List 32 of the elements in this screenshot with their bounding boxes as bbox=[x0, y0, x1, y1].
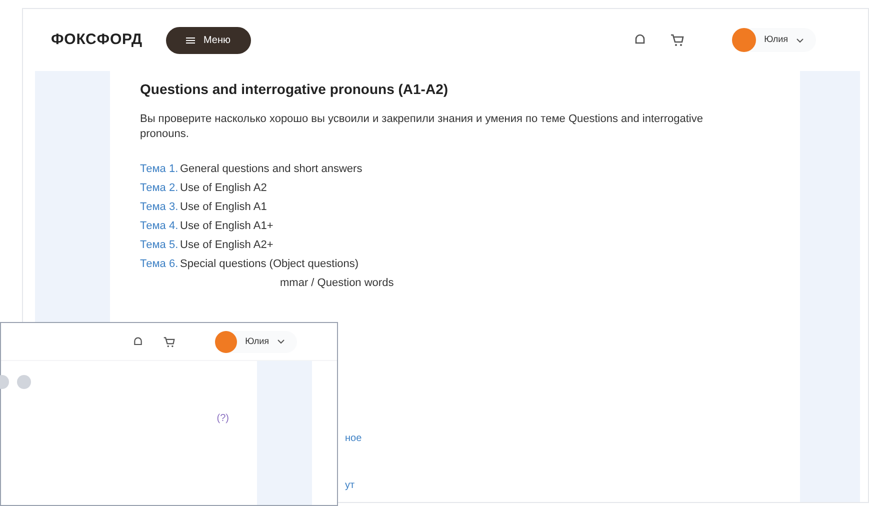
topic-label[interactable]: Тема 3. bbox=[140, 200, 180, 215]
link-fragment[interactable]: ное bbox=[345, 431, 770, 446]
menu-button[interactable]: Меню bbox=[166, 26, 251, 54]
topic-label[interactable]: Тема 1. bbox=[140, 162, 180, 177]
topic-title[interactable]: mmar / Question words bbox=[280, 276, 394, 291]
cart-icon[interactable] bbox=[163, 336, 176, 348]
topic-label[interactable]: Тема 5. bbox=[140, 238, 180, 253]
avatar bbox=[215, 330, 238, 352]
link-fragment[interactable]: ут bbox=[345, 478, 770, 493]
description: Вы проверите насколько хорошо вы усвоили и закрепили знания и умения по теме Questions and interrogative pronouns. bbox=[140, 112, 704, 142]
notification-icon[interactable] bbox=[133, 336, 144, 348]
user-menu[interactable]: Юлия bbox=[215, 330, 297, 352]
topic-title[interactable]: Special questions (Object questions) bbox=[180, 257, 359, 272]
help-mark[interactable]: (?) bbox=[216, 411, 229, 426]
topic-label[interactable]: Тема 2. bbox=[140, 181, 180, 196]
user-menu[interactable]: Юлия bbox=[732, 28, 816, 52]
avatar bbox=[732, 28, 756, 52]
topic-title[interactable]: Use of English A2 bbox=[180, 181, 267, 196]
user-name: Юлия bbox=[764, 33, 788, 46]
page-title: Questions and interrogative pronouns (A1-A2) bbox=[140, 80, 450, 99]
chevron-down-icon bbox=[796, 38, 804, 42]
chevron-down-icon bbox=[277, 339, 285, 344]
topic-title[interactable]: Use of English A1 bbox=[180, 200, 267, 215]
user-name: Юлия bbox=[245, 334, 269, 348]
cart-icon[interactable] bbox=[670, 33, 684, 47]
topic-title[interactable]: Use of English A1+ bbox=[180, 219, 274, 234]
menu-icon bbox=[186, 36, 196, 44]
topic-title[interactable]: Use of English A2+ bbox=[180, 238, 274, 253]
topic-label[interactable]: Тема 6. bbox=[140, 257, 180, 272]
topic-label[interactable]: Тема 4. bbox=[140, 219, 180, 234]
topic-title[interactable]: General questions and short answers bbox=[180, 162, 362, 177]
logo[interactable]: ФОКСФОРД bbox=[51, 28, 142, 52]
